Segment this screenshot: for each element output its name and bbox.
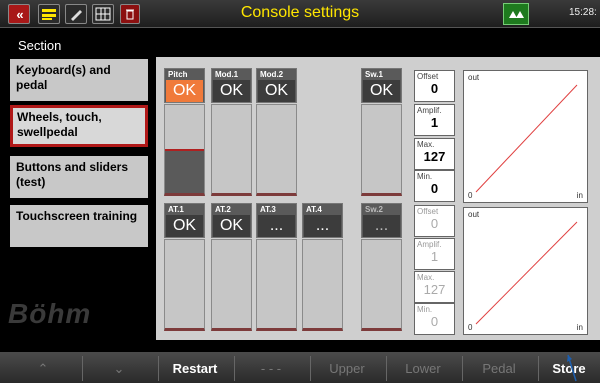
curve-graph-top: out 0 in bbox=[463, 70, 588, 203]
curve-line bbox=[475, 84, 578, 193]
sidebar-item-wheels-touch-swellpedal[interactable]: Wheels, touch, swellpedal bbox=[10, 105, 148, 147]
graph-in-label: in bbox=[576, 191, 583, 200]
channel-at3[interactable]: AT.3... bbox=[256, 203, 297, 331]
lower-button[interactable]: Lower bbox=[388, 356, 458, 381]
top-bar: « Console settings 15:28: bbox=[0, 0, 600, 28]
channel-name: Sw.2 bbox=[365, 205, 383, 214]
sidebar-item-keyboards-pedal[interactable]: Keyboard(s) and pedal bbox=[10, 59, 148, 101]
channel-mod1[interactable]: Mod.1 OK bbox=[211, 68, 252, 196]
sidebar-item-buttons-sliders[interactable]: Buttons and sliders (test) bbox=[10, 156, 148, 198]
empty-button[interactable]: - - - bbox=[236, 356, 306, 381]
sidebar-item-label: Keyboard(s) and pedal bbox=[16, 63, 111, 92]
channel-name: Mod.1 bbox=[215, 70, 239, 79]
pointer-arrow-icon bbox=[567, 354, 577, 382]
channel-name: Pitch bbox=[168, 70, 188, 79]
empty-label: - - - bbox=[260, 361, 282, 376]
field-value: 1 bbox=[430, 249, 439, 264]
graph-out-label: out bbox=[468, 73, 480, 82]
section-label: Section bbox=[18, 38, 62, 53]
sidebar-item-touchscreen-training[interactable]: Touchscreen training bbox=[10, 205, 148, 247]
field-value: 1 bbox=[430, 115, 439, 130]
channel-level-fill bbox=[165, 149, 204, 193]
channel-pitch[interactable]: Pitch OK bbox=[164, 68, 205, 196]
channel-level-bar bbox=[302, 239, 343, 331]
offset-field-dim: Offset 0 bbox=[414, 205, 455, 237]
channel-name: AT.3 bbox=[260, 205, 276, 214]
channel-level-bar bbox=[211, 239, 252, 331]
upper-label: Upper bbox=[329, 361, 365, 376]
sidebar-item-label: Wheels, touch, swellpedal bbox=[17, 110, 102, 139]
bohm-logo: Böhm bbox=[8, 298, 92, 329]
channel-status: ... bbox=[363, 215, 400, 237]
field-value: 0 bbox=[430, 81, 439, 96]
channel-status: ... bbox=[258, 215, 295, 237]
max-field[interactable]: Max. 127 bbox=[414, 138, 455, 170]
channel-name: AT.2 bbox=[215, 205, 231, 214]
transposer-button[interactable] bbox=[503, 3, 529, 25]
curve-line bbox=[475, 221, 578, 325]
channel-level-bar bbox=[211, 104, 252, 196]
restart-button[interactable]: Restart bbox=[160, 356, 230, 381]
field-value: 127 bbox=[423, 149, 446, 164]
channel-at1[interactable]: AT.1 OK bbox=[164, 203, 205, 331]
offset-field[interactable]: Offset 0 bbox=[414, 70, 455, 102]
channel-status: OK bbox=[213, 215, 250, 237]
min-field[interactable]: Min. 0 bbox=[414, 170, 455, 202]
channel-sw2[interactable]: Sw.2... bbox=[361, 203, 402, 331]
sidebar-item-label: Buttons and sliders (test) bbox=[16, 160, 129, 189]
channel-level-bar bbox=[256, 239, 297, 331]
restart-label: Restart bbox=[172, 361, 218, 376]
lower-label: Lower bbox=[405, 361, 441, 376]
channel-status: OK bbox=[166, 215, 203, 237]
channel-at4[interactable]: AT.4... bbox=[302, 203, 343, 331]
channel-name: Sw.1 bbox=[365, 70, 383, 79]
field-value: 127 bbox=[423, 282, 446, 297]
chevron-down-icon: ⌄ bbox=[113, 360, 125, 376]
amplif-field-dim: Amplif. 1 bbox=[414, 238, 455, 270]
channel-level-bar bbox=[361, 104, 402, 196]
channel-status: OK bbox=[363, 80, 400, 102]
bottom-bar: ⌃ ⌄ Restart - - - Upper Lower Pedal Stor… bbox=[0, 352, 600, 383]
channel-name: AT.1 bbox=[168, 205, 184, 214]
field-value: 0 bbox=[430, 314, 439, 329]
clock: 15:28: bbox=[569, 7, 597, 18]
channel-status: OK bbox=[166, 80, 203, 102]
channel-sw1[interactable]: Sw.1 OK bbox=[361, 68, 402, 196]
pedal-label: Pedal bbox=[482, 361, 516, 376]
amplif-field[interactable]: Amplif. 1 bbox=[414, 104, 455, 136]
field-value: 0 bbox=[430, 181, 439, 196]
sidebar-item-label: Touchscreen training bbox=[16, 209, 138, 223]
channel-name: Mod.2 bbox=[260, 70, 284, 79]
min-field-dim: Min. 0 bbox=[414, 303, 455, 335]
channel-level-bar bbox=[164, 239, 205, 331]
channel-level-bar bbox=[361, 239, 402, 331]
channel-status: ... bbox=[304, 215, 341, 237]
graph-out-label: out bbox=[468, 210, 480, 219]
console-settings-screen: « Console settings 15:28: Section Keyboa… bbox=[0, 0, 600, 383]
graph-in-label: in bbox=[576, 323, 583, 332]
field-value: 0 bbox=[430, 216, 439, 231]
channel-status: OK bbox=[258, 80, 295, 102]
scroll-down-button[interactable]: ⌄ bbox=[84, 356, 154, 381]
scroll-up-button[interactable]: ⌃ bbox=[8, 356, 78, 381]
graph-zero-label: 0 bbox=[468, 191, 473, 200]
channel-mod2[interactable]: Mod.2 OK bbox=[256, 68, 297, 196]
pedal-button[interactable]: Pedal bbox=[464, 356, 534, 381]
transposer-icon bbox=[509, 11, 524, 18]
channel-level-bar bbox=[256, 104, 297, 196]
channel-at2[interactable]: AT.2 OK bbox=[211, 203, 252, 331]
channel-level-bar bbox=[164, 104, 205, 196]
curve-graph-bottom: out 0 in bbox=[463, 207, 588, 335]
graph-zero-label: 0 bbox=[468, 323, 473, 332]
channel-name: AT.4 bbox=[306, 205, 322, 214]
max-field-dim: Max. 127 bbox=[414, 271, 455, 303]
channel-status: OK bbox=[213, 80, 250, 102]
upper-button[interactable]: Upper bbox=[312, 356, 382, 381]
settings-panel: Pitch OK Mod.1 OK Mod.2 OK Sw.1 OK AT.1 OK AT… bbox=[156, 57, 600, 340]
chevron-up-icon: ⌃ bbox=[37, 360, 49, 376]
